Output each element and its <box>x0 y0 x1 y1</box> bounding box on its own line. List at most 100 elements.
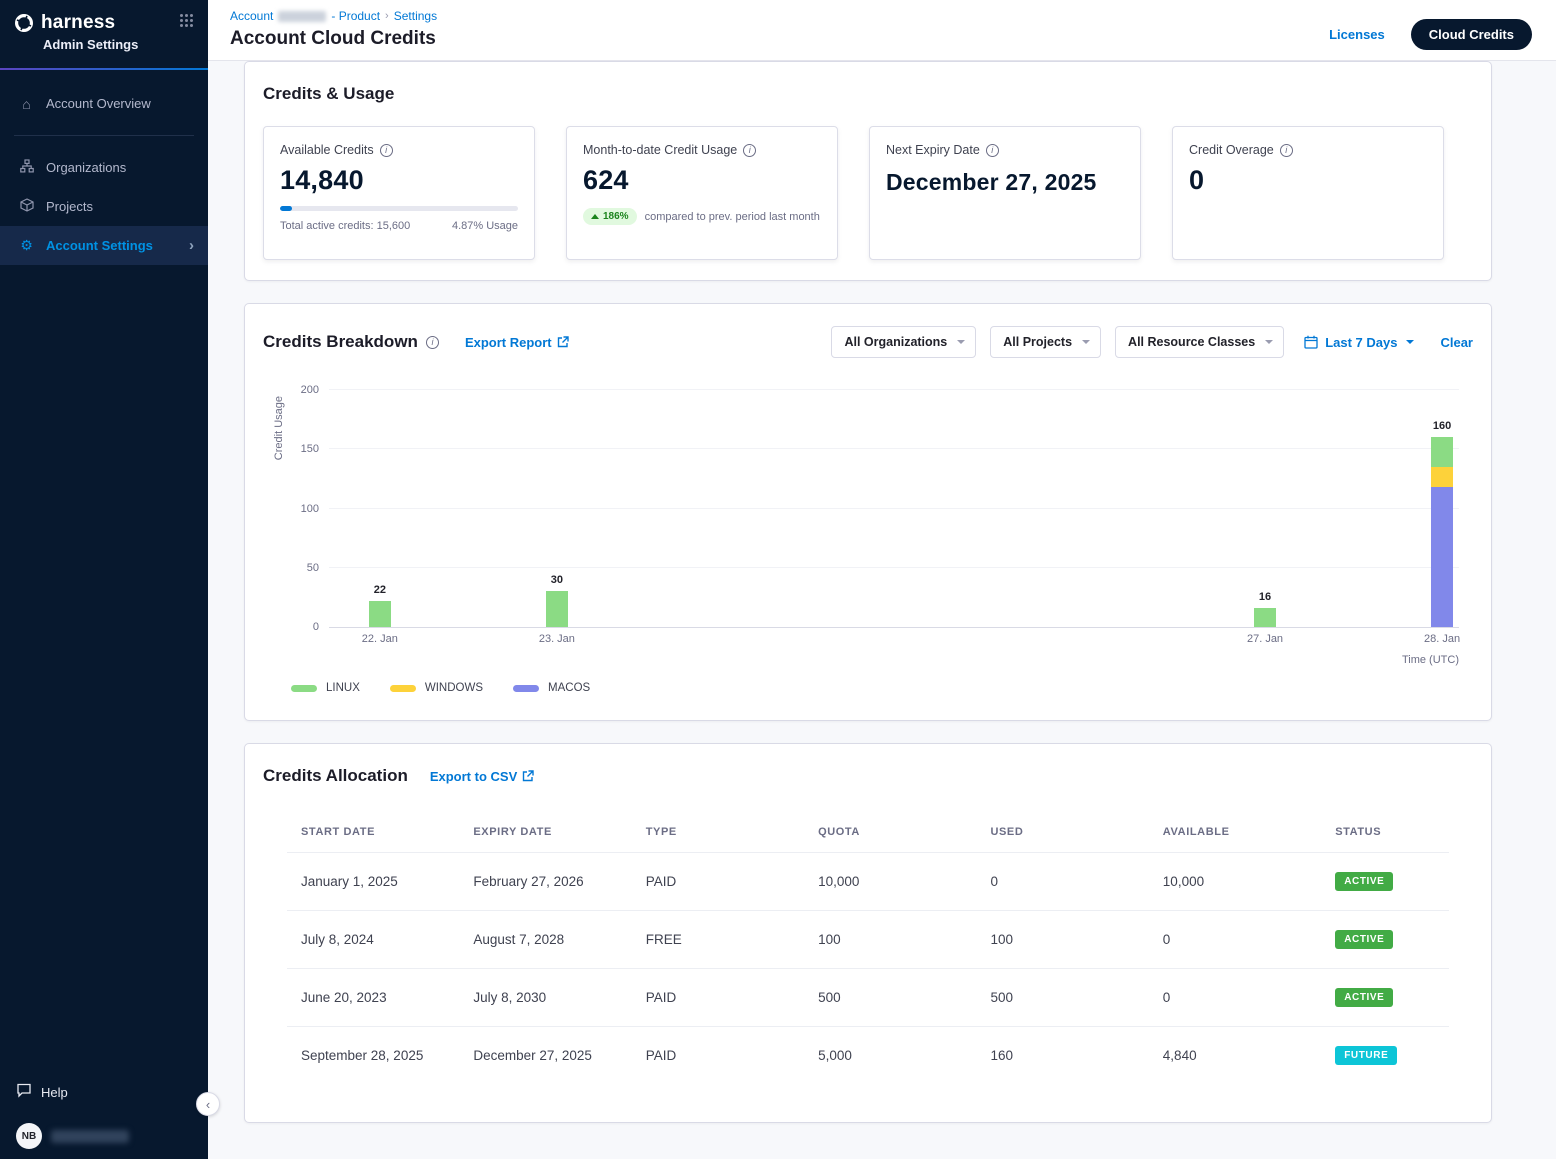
x-tick-label: 22. Jan <box>362 633 398 645</box>
x-tick-label: 23. Jan <box>539 633 575 645</box>
info-icon[interactable] <box>743 144 756 157</box>
page-header: Account - Product › Settings Account Clo… <box>208 0 1556 61</box>
table-row[interactable]: June 20, 2023July 8, 2030PAID5005000ACTI… <box>287 969 1449 1027</box>
cell-available: 4,840 <box>1149 1027 1321 1085</box>
bar-segment-linux <box>1431 437 1453 467</box>
bar-segment-macos <box>1431 487 1453 627</box>
external-link-icon <box>522 770 534 782</box>
chart-legend: LINUX WINDOWS MACOS <box>291 682 1473 694</box>
y-tick-label: 50 <box>307 562 319 574</box>
module-grid-icon[interactable] <box>179 13 194 33</box>
bar-22-jan[interactable] <box>369 601 391 627</box>
cell-expiry_date: July 8, 2030 <box>459 969 631 1027</box>
harness-logo-icon <box>14 13 34 33</box>
status-badge: ACTIVE <box>1335 988 1393 1007</box>
legend-swatch <box>390 685 416 692</box>
sidebar-item-label: Organizations <box>46 160 126 175</box>
legend-item-linux[interactable]: LINUX <box>291 682 360 694</box>
info-icon[interactable] <box>426 336 439 349</box>
next-expiry-value: December 27, 2025 <box>886 167 1124 198</box>
cell-start_date: September 28, 2025 <box>287 1027 459 1085</box>
projects-icon <box>18 198 35 215</box>
table-row[interactable]: January 1, 2025February 27, 2026PAID10,0… <box>287 853 1449 911</box>
sidebar-item-account-settings[interactable]: ⚙ Account Settings › <box>0 226 208 265</box>
redacted-username <box>51 1130 129 1143</box>
sidebar-divider <box>14 135 194 136</box>
sidebar-footer: Help NB <box>0 1063 208 1159</box>
projects-filter-select[interactable]: All Projects <box>990 326 1101 358</box>
bar-23-jan[interactable] <box>546 591 568 627</box>
legend-label: WINDOWS <box>425 682 483 694</box>
brand-name: harness <box>41 12 115 34</box>
export-csv-link[interactable]: Export to CSV <box>430 769 534 784</box>
x-tick-label: 27. Jan <box>1247 633 1283 645</box>
breadcrumb-product-link[interactable]: - Product <box>331 9 380 23</box>
cell-used: 100 <box>976 911 1148 969</box>
bar-27-jan[interactable] <box>1254 608 1276 627</box>
organizations-filter-select[interactable]: All Organizations <box>831 326 976 358</box>
credits-allocation-card: Credits Allocation Export to CSV START D… <box>244 743 1492 1123</box>
external-link-icon <box>557 336 569 348</box>
cell-expiry_date: February 27, 2026 <box>459 853 631 911</box>
column-header: TYPE <box>632 816 804 853</box>
breadcrumb-account-link[interactable]: Account <box>230 9 273 23</box>
avatar[interactable]: NB <box>16 1123 42 1149</box>
cell-quota: 10,000 <box>804 853 976 911</box>
sidebar-item-organizations[interactable]: Organizations <box>0 148 208 187</box>
credits-allocation-title: Credits Allocation <box>263 766 408 786</box>
sidebar-item-projects[interactable]: Projects <box>0 187 208 226</box>
info-icon[interactable] <box>380 144 393 157</box>
legend-swatch <box>291 685 317 692</box>
info-icon[interactable] <box>1280 144 1293 157</box>
x-axis-label: Time (UTC) <box>263 654 1459 666</box>
table-header-row: START DATEEXPIRY DATETYPEQUOTAUSEDAVAILA… <box>287 816 1449 853</box>
sidebar-header: harness Admin Settings <box>0 0 208 70</box>
delta-badge: 186% <box>583 208 637 225</box>
sidebar-item-account-overview[interactable]: ⌂ Account Overview <box>0 84 208 123</box>
breadcrumb: Account - Product › Settings <box>230 9 437 23</box>
next-expiry-label: Next Expiry Date <box>886 143 980 157</box>
legend-item-windows[interactable]: WINDOWS <box>390 682 483 694</box>
page-title: Account Cloud Credits <box>230 28 437 50</box>
date-range-label: Last 7 Days <box>1325 335 1397 350</box>
sidebar-item-label: Account Overview <box>46 96 151 111</box>
legend-item-macos[interactable]: MACOS <box>513 682 590 694</box>
chevron-down-icon <box>1082 340 1090 344</box>
date-range-picker[interactable]: Last 7 Days <box>1304 335 1414 350</box>
bar-segment-linux <box>546 591 568 627</box>
chevron-right-icon: › <box>189 237 194 254</box>
cell-start_date: January 1, 2025 <box>287 853 459 911</box>
credits-usage-title: Credits & Usage <box>263 84 1473 104</box>
cell-used: 0 <box>976 853 1148 911</box>
legend-label: MACOS <box>548 682 590 694</box>
mtd-usage-card: Month-to-date Credit Usage 624 186% comp… <box>566 126 838 260</box>
licenses-link[interactable]: Licenses <box>1329 27 1385 42</box>
table-row[interactable]: September 28, 2025December 27, 2025PAID5… <box>287 1027 1449 1085</box>
cell-start_date: July 8, 2024 <box>287 911 459 969</box>
sidebar-collapse-button[interactable]: ‹ <box>196 1092 220 1116</box>
breadcrumb-settings-link[interactable]: Settings <box>394 9 437 23</box>
cell-available: 0 <box>1149 969 1321 1027</box>
clear-filters-link[interactable]: Clear <box>1440 335 1473 350</box>
cloud-credits-button[interactable]: Cloud Credits <box>1411 19 1532 50</box>
info-icon[interactable] <box>986 144 999 157</box>
table-row[interactable]: July 8, 2024August 7, 2028FREE1001000ACT… <box>287 911 1449 969</box>
bar-segment-linux <box>1254 608 1276 627</box>
help-button[interactable]: Help <box>16 1077 192 1107</box>
resource-classes-filter-select[interactable]: All Resource Classes <box>1115 326 1284 358</box>
user-account-row[interactable]: NB <box>16 1123 192 1149</box>
sidebar-nav: ⌂ Account Overview Organizations Project… <box>0 70 208 265</box>
export-report-link[interactable]: Export Report <box>465 335 569 350</box>
y-tick-label: 150 <box>301 443 319 455</box>
credits-breakdown-title: Credits Breakdown <box>263 332 418 352</box>
organizations-filter-value: All Organizations <box>844 335 947 349</box>
gridline <box>329 389 1459 390</box>
cell-used: 160 <box>976 1027 1148 1085</box>
column-header: USED <box>976 816 1148 853</box>
mtd-usage-label: Month-to-date Credit Usage <box>583 143 737 157</box>
bar-total-label: 16 <box>1259 591 1271 603</box>
bar-28-jan[interactable] <box>1431 437 1453 627</box>
credits-breakdown-card: Credits Breakdown Export Report All Orga… <box>244 303 1492 721</box>
column-header: AVAILABLE <box>1149 816 1321 853</box>
credits-usage-card: Credits & Usage Available Credits 14,840… <box>244 61 1492 281</box>
